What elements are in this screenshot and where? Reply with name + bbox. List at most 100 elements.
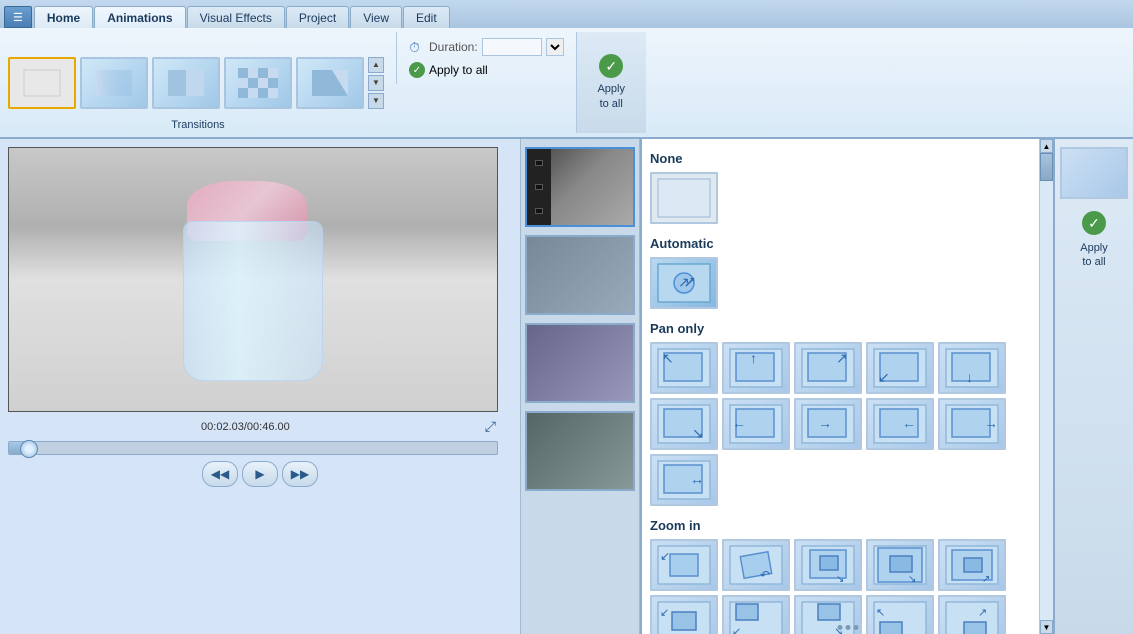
play-button[interactable]: ▶	[242, 461, 278, 487]
tab-home[interactable]: Home	[34, 6, 93, 28]
transition-scroll-up[interactable]: ▲	[368, 57, 384, 73]
film-strip-1	[527, 149, 551, 225]
clip-thumbnail-3	[527, 325, 633, 401]
svg-text:↘: ↘	[908, 574, 916, 585]
expand-icon[interactable]: ⤢	[485, 418, 496, 435]
film-hole	[535, 160, 543, 166]
transition-thumb-diagonal[interactable]	[296, 57, 364, 109]
effect-pan-mid-left[interactable]: ←	[866, 398, 934, 450]
svg-text:↙: ↙	[660, 607, 669, 619]
tab-animations[interactable]: Animations	[94, 6, 185, 28]
effects-panel: None Automatic ↗	[640, 139, 1053, 634]
duration-input[interactable]	[482, 38, 542, 56]
effect-pan-up-left[interactable]: ↖	[650, 342, 718, 394]
svg-text:↙: ↙	[878, 369, 890, 385]
apply-to-all-label: Apply to all	[429, 63, 488, 77]
effect-zoom-in-9[interactable]: ↖	[866, 595, 934, 634]
timeline-clip-1[interactable]	[525, 147, 635, 227]
timeline-clip-3[interactable]	[525, 323, 635, 403]
effect-pan-up-right[interactable]: ↗	[794, 342, 862, 394]
tab-project[interactable]: Project	[286, 6, 349, 28]
transition-thumb-wipe[interactable]	[152, 57, 220, 109]
scroll-thumb-vertical[interactable]	[1040, 153, 1053, 181]
clip-image-3	[527, 325, 633, 401]
apply-check-icon: ✓	[409, 62, 425, 78]
dot	[837, 625, 842, 630]
tab-view[interactable]: View	[350, 6, 402, 28]
effect-pan-right[interactable]: →	[938, 398, 1006, 450]
section-label-none: None	[650, 147, 1035, 172]
main-area: 00:02.03/00:46.00 ⤢ ◀◀ ▶ ▶▶	[0, 139, 1133, 634]
effect-zoom-in-2[interactable]: ↶	[722, 539, 790, 591]
effect-pan-down-right[interactable]: ↘	[650, 398, 718, 450]
effect-pan-down[interactable]: ↓	[938, 342, 1006, 394]
transition-scroll-down[interactable]: ▼	[368, 75, 384, 91]
app-menu-button[interactable]: ☰	[4, 6, 32, 28]
effect-pan-mid-right[interactable]: →	[794, 398, 862, 450]
effect-zoom-in-4[interactable]: ↘	[866, 539, 934, 591]
transition-thumb-blank[interactable]	[8, 57, 76, 109]
apply-button[interactable]: ✓ Applyto all	[1080, 211, 1108, 270]
right-apply-panel: ✓ Applyto all	[1053, 139, 1133, 634]
clip-thumbnail-1	[527, 149, 633, 225]
svg-text:←: ←	[902, 415, 916, 431]
transition-thumb-checker[interactable]	[224, 57, 292, 109]
svg-text:↔: ↔	[690, 471, 704, 487]
tab-visual-effects[interactable]: Visual Effects	[187, 6, 285, 28]
apply-button-label: Applyto all	[1080, 241, 1108, 270]
transition-thumb-fade[interactable]	[80, 57, 148, 109]
progress-thumb[interactable]	[20, 440, 38, 458]
automatic-grid: ↗	[650, 257, 1035, 309]
next-frame-button[interactable]: ▶▶	[282, 461, 318, 487]
transition-scroll-arrows: ▲ ▼ ▼	[368, 57, 384, 109]
transition-scroll-expand[interactable]: ▼	[368, 93, 384, 109]
clip-image-4	[527, 413, 633, 489]
app-menu-icon: ☰	[13, 11, 23, 24]
svg-text:↗: ↗	[836, 350, 848, 366]
effect-auto[interactable]: ↗	[650, 257, 718, 309]
effect-zoom-in-6[interactable]: ↙	[650, 595, 718, 634]
apply-all-panel[interactable]: ✓ Applyto all	[576, 32, 646, 133]
effect-zoom-in-1[interactable]: ↙	[650, 539, 718, 591]
dot	[845, 625, 850, 630]
scroll-up-button[interactable]: ▲	[1040, 139, 1053, 153]
svg-text:↗: ↗	[978, 607, 987, 619]
effects-scrollable[interactable]: None Automatic ↗	[642, 139, 1053, 634]
svg-text:↑: ↑	[750, 350, 757, 366]
time-display: 00:02.03/00:46.00	[201, 421, 294, 433]
duration-section: ⏱ Duration: ▼ ✓ Apply to all	[396, 32, 576, 84]
effect-zoom-in-7[interactable]: ↙	[722, 595, 790, 634]
transition-thumbnails	[8, 57, 364, 109]
video-preview-section: 00:02.03/00:46.00 ⤢ ◀◀ ▶ ▶▶	[0, 139, 520, 634]
effect-zoom-in-3[interactable]: ↘	[794, 539, 862, 591]
svg-text:↘: ↘	[836, 574, 844, 585]
timeline-clip-4[interactable]	[525, 411, 635, 491]
timeline-clip-2[interactable]	[525, 235, 635, 315]
effect-zoom-in-10[interactable]: ↗	[938, 595, 1006, 634]
effect-pan-left[interactable]: ←	[722, 398, 790, 450]
effect-pan-up[interactable]: ↑	[722, 342, 790, 394]
ribbon-container: ☰ Home Animations Visual Effects Project…	[0, 0, 1133, 139]
duration-dropdown[interactable]: ▼	[546, 38, 564, 56]
video-frame	[8, 147, 498, 412]
tab-edit[interactable]: Edit	[403, 6, 450, 28]
zoom-in-grid: ↙ ↶ ↘	[650, 539, 1035, 634]
svg-text:↓: ↓	[966, 369, 973, 385]
svg-text:←: ←	[732, 415, 746, 431]
scroll-down-button[interactable]: ▼	[1040, 620, 1053, 634]
apply-to-all-row[interactable]: ✓ Apply to all	[409, 62, 564, 78]
effect-pan-down-left[interactable]: ↙	[866, 342, 934, 394]
effect-zoom-in-5[interactable]: ↗	[938, 539, 1006, 591]
effect-pan-right2[interactable]: ↔	[650, 454, 718, 506]
apply-panel-text: Applyto all	[597, 82, 625, 111]
svg-text:↗: ↗	[678, 274, 690, 290]
none-grid	[650, 172, 1035, 224]
prev-frame-button[interactable]: ◀◀	[202, 461, 238, 487]
svg-text:↘: ↘	[692, 425, 704, 441]
right-preview-thumb	[1060, 147, 1128, 199]
progress-bar[interactable]	[8, 441, 498, 455]
effect-none[interactable]	[650, 172, 718, 224]
svg-text:↖: ↖	[876, 607, 885, 619]
effects-scrollbar[interactable]: ▲ ▼	[1039, 139, 1053, 634]
tab-bar: ☰ Home Animations Visual Effects Project…	[0, 0, 1133, 28]
